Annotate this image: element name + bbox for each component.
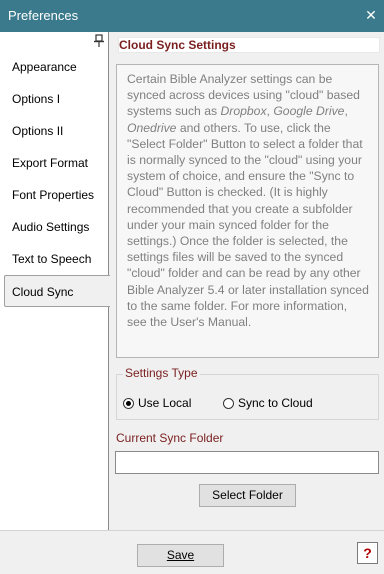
window-title: Preferences xyxy=(8,8,79,23)
sidebar-item-cloud-sync[interactable]: Cloud Sync xyxy=(4,275,110,307)
description-emphasis: Dropbox xyxy=(220,104,267,119)
sidebar-item-font-properties[interactable]: Font Properties xyxy=(0,179,108,211)
save-button[interactable]: Save xyxy=(137,544,224,567)
use-local-label[interactable]: Use Local xyxy=(138,396,191,410)
current-sync-folder-field[interactable] xyxy=(115,451,379,474)
select-folder-button[interactable]: Select Folder xyxy=(199,484,296,507)
description-text: Certain Bible Analyzer settings can be s… xyxy=(116,64,379,358)
settings-type-group: Settings Type Use Local Sync to Cloud xyxy=(116,366,379,420)
title-bar: Preferences ✕ xyxy=(0,0,384,32)
radio-dot xyxy=(126,400,131,406)
help-button[interactable]: ? xyxy=(357,542,378,564)
sidebar-item-options-1[interactable]: Options I xyxy=(0,83,108,115)
sync-to-cloud-label[interactable]: Sync to Cloud xyxy=(238,396,313,410)
description-part: and others. To use, click the "Select Fo… xyxy=(127,120,369,330)
sidebar-item-options-2[interactable]: Options II xyxy=(0,115,108,147)
sidebar: Appearance Options I Options II Export F… xyxy=(0,32,110,530)
use-local-radio[interactable]: Use Local xyxy=(123,395,191,411)
settings-panel: Cloud Sync Settings Certain Bible Analyz… xyxy=(110,32,384,530)
sync-to-cloud-radio[interactable]: Sync to Cloud xyxy=(223,395,313,411)
page-title: Cloud Sync Settings xyxy=(118,37,380,53)
sidebar-item-export-format[interactable]: Export Format xyxy=(0,147,108,179)
sidebar-item-appearance[interactable]: Appearance xyxy=(0,51,108,83)
radio-selected-icon[interactable] xyxy=(123,397,134,409)
settings-type-legend: Settings Type xyxy=(123,366,200,380)
radio-unselected-icon[interactable] xyxy=(223,397,234,409)
save-button-label[interactable]: Save xyxy=(167,548,194,562)
pin-icon[interactable] xyxy=(93,34,105,48)
sidebar-item-text-to-speech[interactable]: Text to Speech xyxy=(0,243,108,275)
current-sync-folder-label: Current Sync Folder xyxy=(116,431,224,445)
description-emphasis: Onedrive xyxy=(127,120,177,135)
close-icon[interactable]: ✕ xyxy=(364,8,378,22)
footer-divider xyxy=(0,530,384,531)
description-emphasis: Google Drive xyxy=(273,104,345,119)
sidebar-item-audio-settings[interactable]: Audio Settings xyxy=(0,211,108,243)
description-separator: , xyxy=(344,104,348,119)
